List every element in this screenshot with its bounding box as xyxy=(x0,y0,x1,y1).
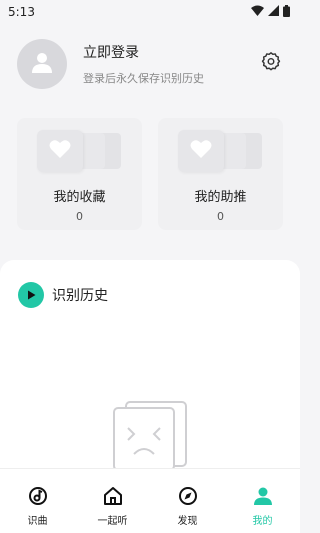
gear-icon xyxy=(260,51,282,77)
status-time: 5:13 xyxy=(8,5,35,19)
play-icon xyxy=(18,282,44,308)
heart-icon xyxy=(190,139,212,163)
profile-text[interactable]: 立即登录 登录后永久保存识别历史 xyxy=(83,42,259,86)
heart-icon xyxy=(49,139,71,163)
nav-label-mine: 我的 xyxy=(252,516,273,527)
wifi-icon xyxy=(251,5,264,19)
favorites-count: 0 xyxy=(76,210,83,223)
history-title: 识别历史 xyxy=(52,288,108,304)
nav-item-discover[interactable]: 发现 xyxy=(150,469,225,533)
user-icon xyxy=(30,50,54,78)
signal-icon xyxy=(268,5,279,19)
compass-icon xyxy=(177,485,199,507)
login-title[interactable]: 立即登录 xyxy=(83,42,259,62)
home-icon xyxy=(102,485,124,507)
nav-label-discover: 发现 xyxy=(177,516,198,527)
bottom-nav: 识曲 一起听 发现 我的 xyxy=(0,468,300,533)
settings-button[interactable] xyxy=(259,52,283,76)
battery-icon xyxy=(283,4,290,20)
history-header: 识别历史 xyxy=(18,282,108,308)
login-subtitle: 登录后永久保存识别历史 xyxy=(83,72,204,85)
user-icon xyxy=(252,485,274,507)
avatar[interactable] xyxy=(17,39,67,89)
stats-cards: 我的收藏 0 我的助推 0 xyxy=(17,118,283,230)
music-note-icon xyxy=(27,485,49,507)
nav-label-listen-together: 一起听 xyxy=(97,516,128,527)
favorites-card[interactable]: 我的收藏 0 xyxy=(17,118,142,230)
profile-header[interactable]: 立即登录 登录后永久保存识别历史 xyxy=(17,38,283,90)
boost-illustration xyxy=(178,130,263,172)
boost-label: 我的助推 xyxy=(194,190,247,205)
boost-card[interactable]: 我的助推 0 xyxy=(158,118,283,230)
sad-face-icon xyxy=(110,400,190,474)
nav-label-recognize: 识曲 xyxy=(27,516,48,527)
nav-item-mine[interactable]: 我的 xyxy=(225,469,300,533)
status-bar: 5:13 xyxy=(0,0,300,24)
nav-item-recognize[interactable]: 识曲 xyxy=(0,469,75,533)
boost-count: 0 xyxy=(217,210,224,223)
nav-item-listen-together[interactable]: 一起听 xyxy=(75,469,150,533)
favorites-illustration xyxy=(37,130,122,172)
favorites-label: 我的收藏 xyxy=(53,190,106,205)
status-icons xyxy=(251,4,290,20)
